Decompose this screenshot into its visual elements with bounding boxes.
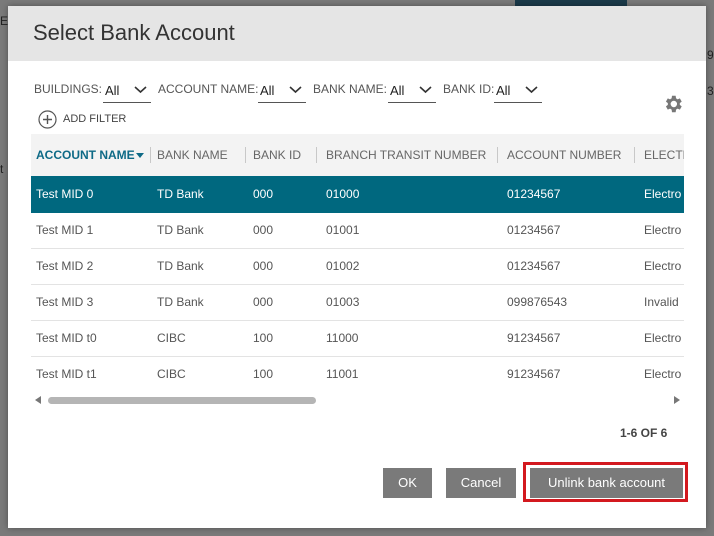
- chevron-down-icon: [289, 86, 302, 94]
- unlink-bank-account-button[interactable]: Unlink bank account: [530, 468, 683, 498]
- column-electronic[interactable]: ELECTR: [635, 134, 684, 176]
- table-cell: CIBC: [157, 367, 186, 381]
- table-cell: 01002: [326, 259, 360, 273]
- plus-circle-icon: [38, 110, 57, 129]
- table-cell: 100: [253, 367, 274, 381]
- table-cell: 91234567: [507, 367, 561, 381]
- select-value: All: [260, 83, 275, 98]
- ok-button[interactable]: OK: [383, 468, 432, 498]
- table-cell: 11001: [326, 367, 359, 381]
- table-row[interactable]: Test MID t1 CIBC 100 11001 91234567 Electro: [31, 356, 684, 392]
- background-text: 3,: [707, 84, 714, 98]
- table-cell: 01003: [326, 295, 360, 309]
- background-text: 9: [707, 48, 714, 62]
- table-cell: 01000: [326, 187, 360, 201]
- table-cell: Test MID 1: [36, 223, 94, 237]
- cancel-button[interactable]: Cancel: [446, 468, 516, 498]
- table-header: ACCOUNT NAME BANK NAME BANK ID BRANCH TR…: [31, 134, 684, 176]
- pagination-status: 1-6 OF 6: [620, 426, 668, 440]
- scroll-left-icon[interactable]: [35, 396, 41, 404]
- table-cell: 91234567: [507, 331, 561, 345]
- dialog-header: Select Bank Account: [8, 6, 706, 61]
- column-label: ACCOUNT NAME: [36, 148, 135, 162]
- add-filter-label: ADD FILTER: [63, 113, 127, 125]
- table-cell: Test MID t1: [36, 367, 97, 381]
- horizontal-scrollbar[interactable]: [31, 392, 684, 408]
- select-value: All: [105, 83, 120, 98]
- table-cell: Test MID 0: [36, 187, 94, 201]
- buildings-select[interactable]: All: [103, 78, 151, 103]
- background-text: E: [0, 14, 9, 28]
- table-cell: 000: [253, 295, 274, 309]
- bank-name-select[interactable]: All: [388, 78, 436, 103]
- table-cell: 11000: [326, 331, 359, 345]
- background-text: t: [0, 162, 4, 176]
- column-label: ELECTR: [644, 148, 684, 162]
- filter-label: ACCOUNT NAME:: [158, 82, 259, 96]
- select-value: All: [496, 83, 511, 98]
- chevron-down-icon: [419, 86, 432, 94]
- column-label: BRANCH TRANSIT NUMBER: [326, 148, 487, 162]
- table-cell: 100: [253, 331, 274, 345]
- scrollbar-thumb[interactable]: [48, 397, 316, 404]
- select-value: All: [390, 83, 405, 98]
- chevron-down-icon: [525, 86, 538, 94]
- table-row[interactable]: Test MID t0 CIBC 100 11000 91234567 Electro: [31, 320, 684, 357]
- table-cell: TD Bank: [157, 187, 204, 201]
- filter-label: BANK ID:: [443, 82, 495, 96]
- table-cell: Invalid: [644, 295, 679, 309]
- table-cell: 01234567: [507, 259, 561, 273]
- column-label: ACCOUNT NUMBER: [507, 148, 622, 162]
- filter-label: BUILDINGS:: [34, 82, 103, 96]
- bank-id-select[interactable]: All: [494, 78, 542, 103]
- gear-icon[interactable]: [662, 93, 684, 115]
- accounts-table: ACCOUNT NAME BANK NAME BANK ID BRANCH TR…: [31, 134, 684, 392]
- table-row[interactable]: Test MID 1 TD Bank 000 01001 01234567 Electro: [31, 212, 684, 249]
- table-row[interactable]: Test MID 0 TD Bank 000 01000 01234567 Electro: [31, 176, 684, 213]
- column-label: BANK NAME: [157, 148, 228, 162]
- select-bank-account-dialog: Select Bank Account BUILDINGS: All ACCOU…: [8, 6, 706, 528]
- table-cell: Test MID 3: [36, 295, 94, 309]
- table-cell: TD Bank: [157, 259, 204, 273]
- chevron-down-icon: [134, 86, 147, 94]
- column-branch-transit-number[interactable]: BRANCH TRANSIT NUMBER: [317, 134, 498, 176]
- table-cell: 000: [253, 259, 274, 273]
- sort-desc-icon: [136, 153, 144, 158]
- column-account-name[interactable]: ACCOUNT NAME: [31, 134, 151, 176]
- filter-bar: BUILDINGS: All ACCOUNT NAME: All BANK NA…: [34, 78, 574, 104]
- table-cell: 000: [253, 187, 274, 201]
- column-bank-name[interactable]: BANK NAME: [151, 134, 246, 176]
- table-cell: 01234567: [507, 223, 561, 237]
- table-cell: 000: [253, 223, 274, 237]
- table-cell: Electro: [644, 331, 682, 345]
- table-cell: TD Bank: [157, 223, 204, 237]
- table-cell: 099876543: [507, 295, 568, 309]
- column-account-number[interactable]: ACCOUNT NUMBER: [498, 134, 635, 176]
- table-row[interactable]: Test MID 2 TD Bank 000 01002 01234567 Electro: [31, 248, 684, 285]
- account-name-select[interactable]: All: [258, 78, 306, 103]
- column-bank-id[interactable]: BANK ID: [246, 134, 317, 176]
- scroll-right-icon[interactable]: [674, 396, 680, 404]
- dialog-title: Select Bank Account: [33, 20, 235, 45]
- table-cell: TD Bank: [157, 295, 204, 309]
- table-cell: Electro: [644, 223, 682, 237]
- table-cell: Test MID 2: [36, 259, 94, 273]
- table-cell: Test MID t0: [36, 331, 97, 345]
- table-cell: CIBC: [157, 331, 186, 345]
- table-row[interactable]: Test MID 3 TD Bank 000 01003 099876543 Invali…: [31, 284, 684, 321]
- table-cell: Electro: [644, 367, 682, 381]
- filter-label: BANK NAME:: [313, 82, 388, 96]
- table-cell: Electro: [644, 259, 682, 273]
- table-cell: 01234567: [507, 187, 561, 201]
- column-label: BANK ID: [253, 148, 302, 162]
- table-cell: Electro: [644, 187, 682, 201]
- table-cell: 01001: [326, 223, 360, 237]
